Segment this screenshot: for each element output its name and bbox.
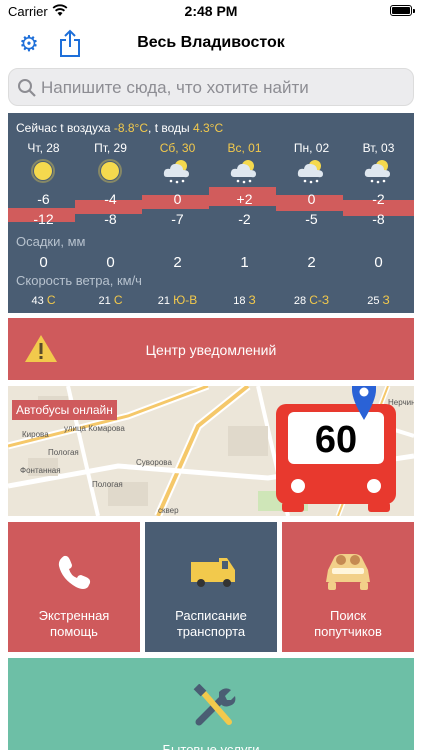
wind-value: 43 С	[10, 293, 77, 307]
temp-low: -2	[238, 211, 251, 227]
street-label: улица Комарова	[64, 424, 125, 433]
wind-value: 28 С-З	[278, 293, 345, 307]
wind-direction: С	[113, 293, 123, 307]
temp-high: -4	[104, 191, 117, 207]
cloud-snow-icon	[230, 160, 256, 184]
status-time: 2:48 PM	[184, 3, 238, 19]
phone-icon	[58, 555, 91, 589]
precip-label: Осадки, мм	[16, 234, 86, 249]
nav-bar: ⚙ Весь Владивосток	[0, 22, 422, 66]
sun-icon	[31, 159, 55, 183]
wind-direction: З	[382, 293, 390, 307]
precip-value: 1	[240, 254, 249, 271]
street-label: Кирова	[22, 430, 49, 439]
street-label: сквер	[158, 506, 179, 515]
temp-low: -5	[305, 211, 318, 227]
emergency-help-button[interactable]: Экстренная помощь	[8, 522, 140, 652]
forecast-day-label: Пн, 02	[293, 141, 330, 155]
wind-speed: 21	[98, 295, 111, 307]
sun-icon	[98, 159, 122, 183]
notification-center-label: Центр уведомлений	[145, 342, 277, 358]
search-input[interactable]	[41, 75, 401, 101]
precip-value: 2	[307, 254, 316, 271]
street-label: Фонтанная	[20, 466, 61, 475]
page-title: Весь Владивосток	[137, 34, 285, 51]
van-icon	[191, 558, 235, 587]
wind-value: 25 З	[345, 293, 412, 307]
household-services-button[interactable]: Бытовые услуги	[8, 658, 414, 750]
temp-high: 0	[173, 191, 182, 207]
buses-online-map[interactable]: Кирова Фонтанная Пологая Пологая улица К…	[8, 386, 414, 516]
wind-speed: 28	[293, 295, 307, 307]
temp-high: 0	[307, 191, 316, 207]
temp-high: -6	[37, 191, 50, 207]
notification-center-button[interactable]: Центр уведомлений	[8, 318, 414, 380]
search-icon	[18, 79, 36, 97]
search-bar[interactable]	[8, 68, 414, 106]
cloud-snow-icon	[364, 160, 390, 184]
forecast-day-label: Пт, 29	[94, 141, 127, 155]
temp-low: -8	[104, 211, 117, 227]
transport-schedule-button[interactable]: Расписание транспорта	[145, 522, 277, 652]
precip-value: 0	[106, 254, 115, 271]
temp-high: +2	[236, 191, 253, 207]
street-label: Пологая	[92, 480, 123, 489]
carpool-icon	[326, 554, 370, 590]
tools-icon	[193, 684, 236, 726]
street-label: Суворова	[136, 458, 172, 467]
status-bar: Carrier 2:48 PM	[0, 0, 422, 22]
bus-route-number: 60	[314, 419, 358, 461]
temp-low: -12	[33, 211, 54, 227]
wind-direction: Ю-В	[173, 293, 198, 307]
temp-high: -2	[372, 191, 385, 207]
wind-value: 18 З	[211, 293, 278, 307]
household-services-label: Бытовые услуги	[162, 742, 260, 750]
find-travel-companions-button[interactable]: Поиск попутчиков	[282, 522, 414, 652]
emergency-help-label: Экстренная помощь	[38, 608, 110, 639]
precip-value: 0	[39, 254, 48, 271]
battery-icon	[390, 5, 415, 16]
precip-value: 0	[374, 254, 383, 271]
forecast-day-label: Чт, 28	[27, 141, 60, 155]
transport-schedule-label: Расписание транспорта	[175, 608, 247, 639]
find-travel-companions-label: Поиск попутчиков	[314, 608, 382, 639]
wind-speed: 25	[367, 295, 380, 307]
wind-speed: 18	[233, 295, 246, 307]
buses-online-tag: Автобусы онлайн	[12, 400, 117, 420]
cloud-snow-icon	[297, 160, 323, 184]
weather-widget[interactable]: Сейчас t воздуха -8.8°C, t воды 4.3°C Чт…	[8, 113, 414, 313]
wind-direction: С-З	[309, 293, 330, 307]
street-label: Пологая	[48, 448, 79, 457]
wind-value: 21 С	[77, 293, 144, 307]
precip-value: 2	[173, 254, 182, 271]
temp-low: -7	[171, 211, 184, 227]
wind-direction: С	[46, 293, 56, 307]
wind-direction: З	[248, 293, 256, 307]
temp-low: -8	[372, 211, 385, 227]
wind-value: 21 Ю-В	[144, 293, 211, 307]
forecast-day-label: Вс, 01	[227, 141, 262, 155]
forecast-day-label: Вт, 03	[362, 141, 395, 155]
cloud-snow-icon	[163, 160, 189, 184]
wind-speed: 43	[31, 295, 44, 307]
forecast-day-label: Сб, 30	[159, 141, 196, 155]
wind-speed: 21	[157, 295, 171, 307]
wind-label: Скорость ветра, км/ч	[16, 273, 142, 288]
